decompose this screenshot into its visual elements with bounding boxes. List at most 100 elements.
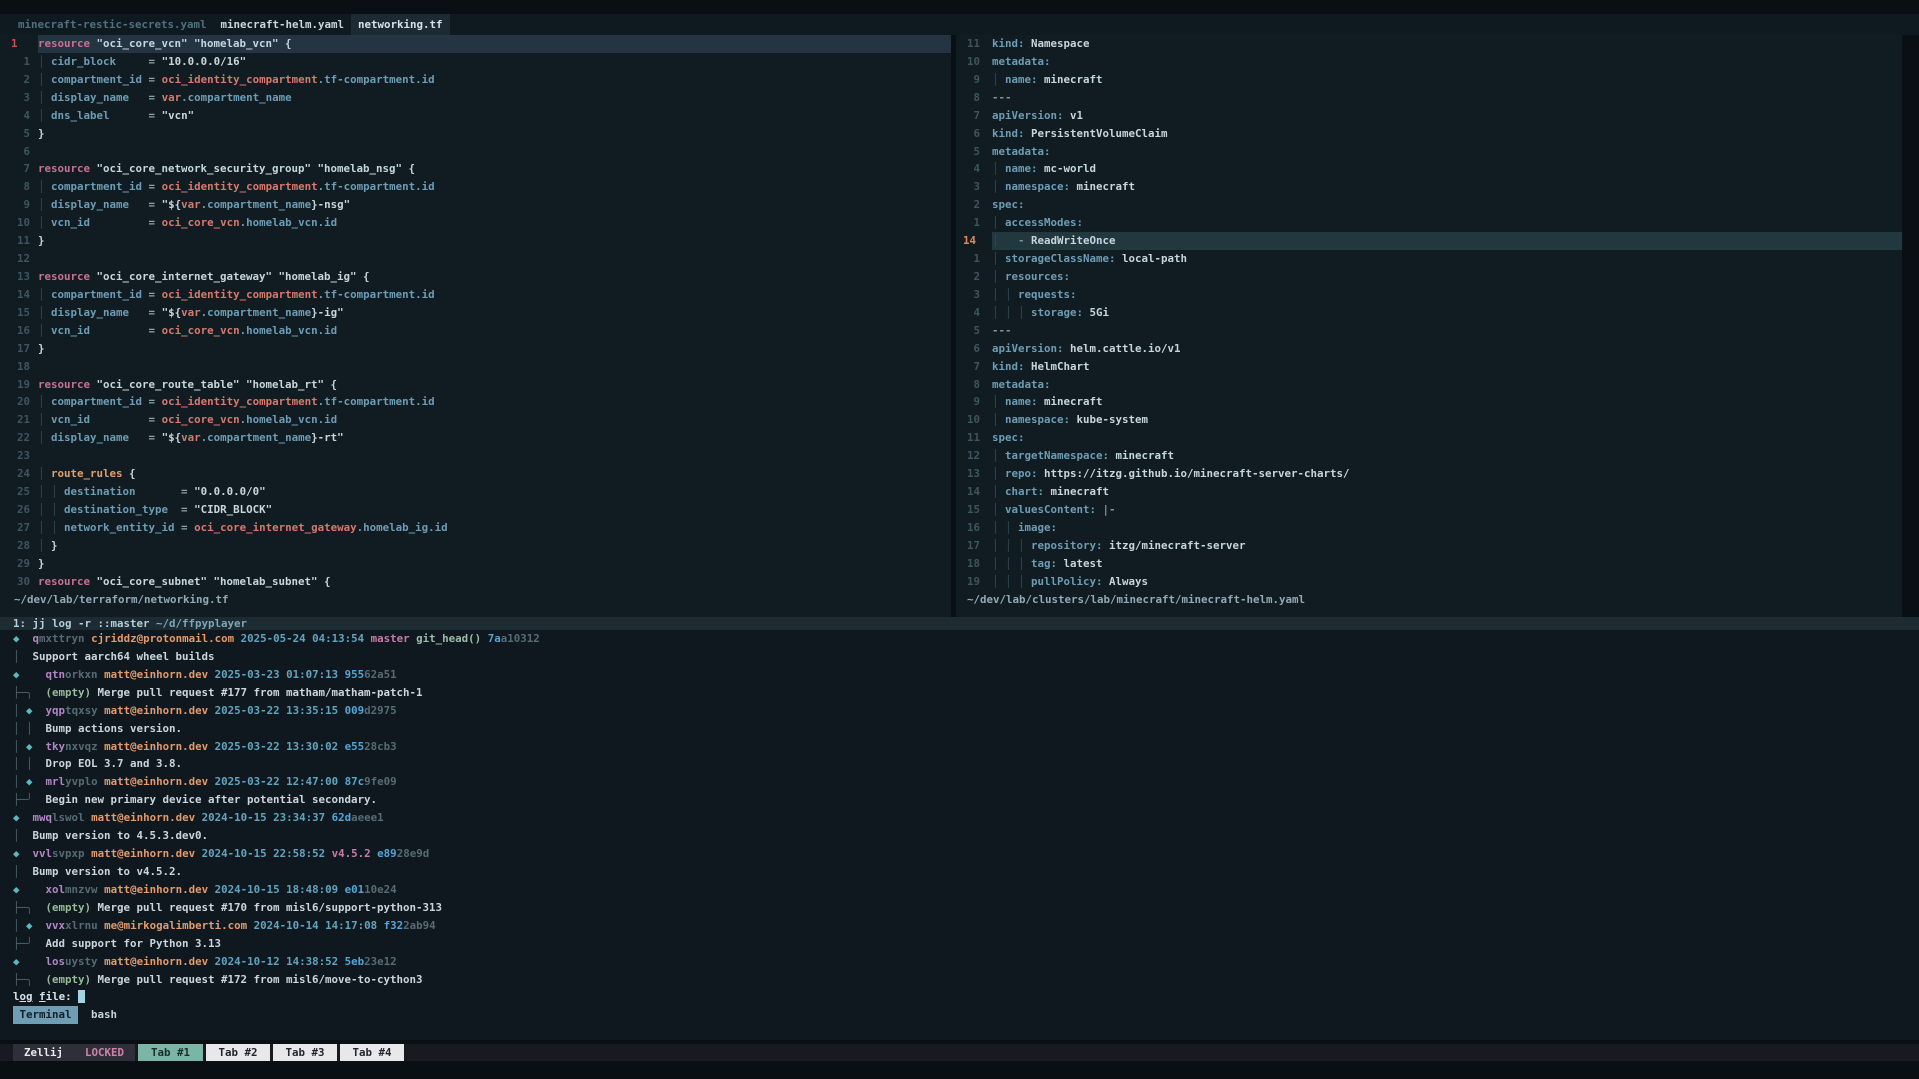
line-number: 17 [956, 537, 992, 555]
zellij-tab-3[interactable]: Tab #3 [273, 1044, 337, 1061]
log-line: │ ◆ yqptqxsy matt@einhorn.dev 2025-03-22… [0, 702, 1919, 720]
code-line: 18│ │ │ tag: latest [956, 555, 1902, 573]
zellij-status-bar: Zellij LOCKED Tab #1 Tab #2 Tab #3 Tab #… [0, 1044, 1919, 1061]
code-line: 9│ name: minecraft [956, 71, 1902, 89]
code-line: 28│ } [0, 537, 951, 555]
line-number: 6 [956, 125, 992, 143]
code-line: 2│ compartment_id = oci_identity_compart… [0, 71, 951, 89]
line-number: 19 [0, 376, 38, 394]
code-line: 11spec: [956, 429, 1902, 447]
code-line: 10metadata: [956, 53, 1902, 71]
terminal-title-command: 1: jj log -r ::master [13, 617, 150, 630]
code-line: 5} [0, 125, 951, 143]
code-line: 1│ cidr_block = "10.0.0.0/16" [0, 53, 951, 71]
line-number: 1 [956, 250, 992, 268]
code-line: 2spec: [956, 196, 1902, 214]
buffer-tab-minecraft-helm[interactable]: minecraft-helm.yaml [214, 14, 352, 35]
terminal-tabline: Terminal bash [0, 1006, 1919, 1024]
line-number: 9 [0, 196, 38, 214]
line-number: 10 [956, 411, 992, 429]
editor-pane-terraform[interactable]: 1resource "oci_core_vcn" "homelab_vcn" {… [0, 35, 951, 617]
line-number: 12 [0, 250, 38, 268]
line-number: 6 [956, 340, 992, 358]
code-line: 7apiVersion: v1 [956, 107, 1902, 125]
line-number: 17 [0, 340, 38, 358]
code-line: 30resource "oci_core_subnet" "homelab_su… [0, 573, 951, 591]
code-lines-yaml: 11kind: Namespace10metadata:9│ name: min… [956, 35, 1902, 591]
log-line: │ Bump version to v4.5.2. [0, 863, 1919, 881]
line-number: 26 [0, 501, 38, 519]
code-line: 11kind: Namespace [956, 35, 1902, 53]
code-line: 7resource "oci_core_network_security_gro… [0, 160, 951, 178]
line-number: 16 [956, 519, 992, 537]
code-line: 6 [0, 143, 951, 161]
line-number: 23 [0, 447, 38, 465]
zellij-session: { "editor": { "bufferline": { "tabs": [ … [0, 0, 1919, 1079]
log-line: ◆ qtnorkxn matt@einhorn.dev 2025-03-23 0… [0, 666, 1919, 684]
line-number: 13 [0, 268, 38, 286]
terminal-tab-bash[interactable]: bash [78, 1008, 117, 1021]
zellij-tab-2[interactable]: Tab #2 [206, 1044, 270, 1061]
line-number: 1 [0, 35, 38, 53]
code-line: 3│ display_name = var.compartment_name [0, 89, 951, 107]
line-number: 10 [0, 214, 38, 232]
line-number: 14 [956, 483, 992, 501]
buffer-tab-networking-tf[interactable]: networking.tf [351, 14, 450, 35]
code-line: 6apiVersion: helm.cattle.io/v1 [956, 340, 1902, 358]
code-line: 6kind: PersistentVolumeClaim [956, 125, 1902, 143]
log-line: ├─╯ Begin new primary device after poten… [0, 791, 1919, 809]
line-number: 4 [956, 304, 992, 322]
code-line: 19│ │ │ pullPolicy: Always [956, 573, 1902, 591]
log-line: │ ◆ mrlyvplo matt@einhorn.dev 2025-03-22… [0, 773, 1919, 791]
line-number: 7 [956, 107, 992, 125]
line-number: 1 [956, 214, 992, 232]
log-line: ├─╯ Add support for Python 3.13 [0, 935, 1919, 953]
line-number: 2 [956, 196, 992, 214]
log-line: ◆ mwqlswol matt@einhorn.dev 2024-10-15 2… [0, 809, 1919, 827]
line-number: 16 [0, 322, 38, 340]
code-line: 2│ resources: [956, 268, 1902, 286]
code-line: 15│ display_name = "${var.compartment_na… [0, 304, 951, 322]
line-number: 2 [956, 268, 992, 286]
line-number: 15 [956, 501, 992, 519]
log-line: ◆ vvlsvpxp matt@einhorn.dev 2024-10-15 2… [0, 845, 1919, 863]
line-number: 18 [0, 358, 38, 376]
code-line: 16│ │ image: [956, 519, 1902, 537]
line-number: 12 [956, 447, 992, 465]
zellij-mode-badge: LOCKED [85, 1044, 124, 1061]
code-line: 25│ │ destination = "0.0.0.0/0" [0, 483, 951, 501]
line-number: 30 [0, 573, 38, 591]
terminal-tab-active[interactable]: Terminal [13, 1006, 78, 1024]
line-number: 8 [956, 376, 992, 394]
log-line: │ ◆ tkynxvqz matt@einhorn.dev 2025-03-22… [0, 738, 1919, 756]
jj-log-output: ◆ qmxttryn cjriddz@protonmail.com 2025-0… [0, 630, 1919, 1024]
prompt-line[interactable]: log file: [0, 988, 1919, 1006]
code-line: 14│ compartment_id = oci_identity_compar… [0, 286, 951, 304]
line-number: 14 [0, 286, 38, 304]
log-line: │ Support aarch64 wheel builds [0, 648, 1919, 666]
terminal-pane[interactable]: 1: jj log -r ::master ~/d/ffpyplayer ◆ q… [0, 617, 1919, 1040]
line-number: 5 [956, 322, 992, 340]
code-line: 8--- [956, 89, 1902, 107]
line-number: 10 [956, 53, 992, 71]
code-line: 8metadata: [956, 376, 1902, 394]
code-line: 19resource "oci_core_route_table" "homel… [0, 376, 951, 394]
code-line: 5--- [956, 322, 1902, 340]
line-number: 13 [956, 465, 992, 483]
buffer-tab-minecraft-restic-secrets[interactable]: minecraft-restic-secrets.yaml [11, 14, 214, 35]
code-line: 8│ compartment_id = oci_identity_compart… [0, 178, 951, 196]
line-number: 3 [956, 178, 992, 196]
line-number: 29 [0, 555, 38, 573]
code-line: 1│ accessModes: [956, 214, 1902, 232]
log-line: ◆ xolmnzvw matt@einhorn.dev 2024-10-15 1… [0, 881, 1919, 899]
editor-pane-yaml[interactable]: 11kind: Namespace10metadata:9│ name: min… [956, 35, 1902, 617]
log-line: │ Bump version to 4.5.3.dev0. [0, 827, 1919, 845]
line-number: 8 [0, 178, 38, 196]
zellij-tab-1[interactable]: Tab #1 [138, 1044, 203, 1061]
line-number: 25 [0, 483, 38, 501]
code-lines-terraform: 1resource "oci_core_vcn" "homelab_vcn" {… [0, 35, 951, 591]
code-line: 1│ storageClassName: local-path [956, 250, 1902, 268]
statusline-left-path: ~/dev/lab/terraform/networking.tf [0, 591, 951, 609]
statusline-right-path: ~/dev/lab/clusters/lab/minecraft/minecra… [956, 591, 1902, 609]
zellij-tab-4[interactable]: Tab #4 [340, 1044, 404, 1061]
